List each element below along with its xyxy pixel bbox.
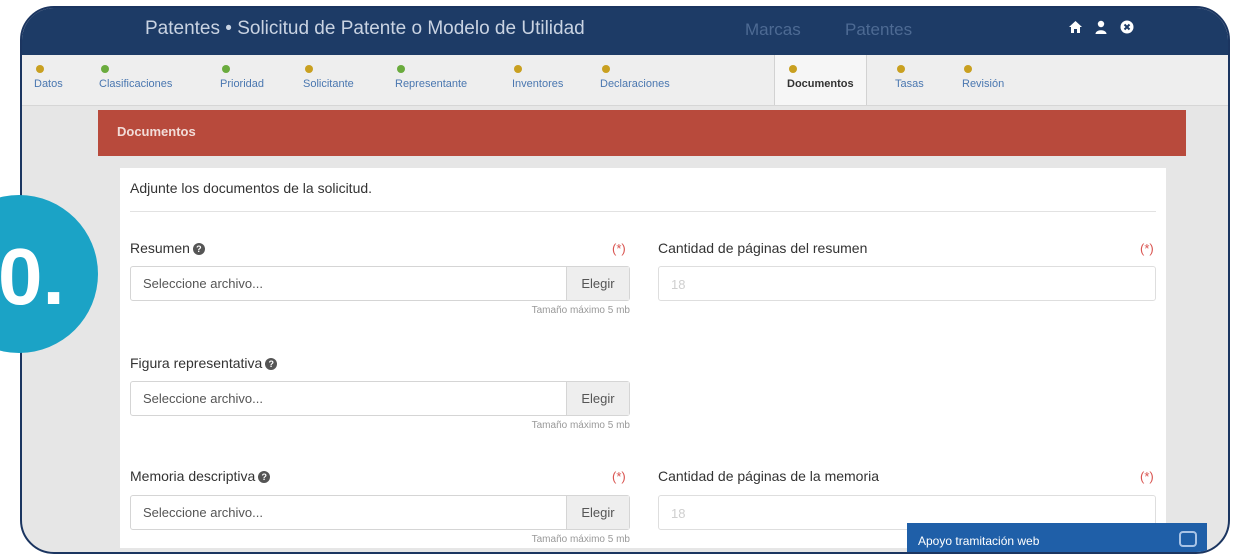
figura-file-input[interactable]: Seleccione archivo... Elegir — [130, 381, 630, 416]
form-intro: Adjunte los documentos de la solicitud. — [130, 180, 373, 196]
wizard-steps: Datos Clasificaciones Prioridad Solicita… — [22, 55, 1228, 106]
check-icon — [101, 65, 109, 73]
file-size-hint: Tamaño máximo 5 mb — [531, 305, 630, 316]
warning-icon — [789, 65, 797, 73]
step-datos[interactable]: Datos — [34, 61, 63, 90]
choose-file-button[interactable]: Elegir — [566, 267, 629, 300]
step-representante[interactable]: Representante — [395, 61, 467, 90]
warning-icon — [897, 65, 905, 73]
resumen-file-input[interactable]: Seleccione archivo... Elegir — [130, 266, 630, 301]
warning-icon — [602, 65, 610, 73]
step-revision[interactable]: Revisión — [962, 61, 1004, 90]
documents-form: Adjunte los documentos de la solicitud. … — [120, 168, 1166, 548]
badge-text: 0. — [0, 232, 65, 321]
paginas-memoria-label: Cantidad de páginas de la memoria — [658, 468, 880, 484]
step-inventores[interactable]: Inventores — [512, 61, 563, 90]
app-title: Patentes • Solicitud de Patente o Modelo… — [145, 18, 585, 39]
close-circle-icon[interactable] — [1119, 20, 1135, 36]
help-icon[interactable]: ? — [258, 471, 271, 484]
divider — [130, 211, 1156, 212]
warning-icon — [964, 65, 972, 73]
check-icon — [222, 65, 230, 73]
chat-icon — [1179, 531, 1197, 547]
choose-file-button[interactable]: Elegir — [566, 496, 629, 529]
file-placeholder: Seleccione archivo... — [143, 276, 263, 291]
step-declaraciones[interactable]: Declaraciones — [600, 61, 670, 90]
file-placeholder: Seleccione archivo... — [143, 391, 263, 406]
memoria-file-input[interactable]: Seleccione archivo... Elegir — [130, 495, 630, 530]
chat-label: Apoyo tramitación web — [918, 534, 1040, 548]
step-documentos[interactable]: Documentos — [774, 55, 867, 105]
top-navbar: Patentes • Solicitud de Patente o Modelo… — [22, 8, 1228, 55]
chat-support-widget[interactable]: Apoyo tramitación web — [907, 523, 1207, 552]
nav-link-marcas[interactable]: Marcas — [745, 20, 801, 40]
choose-file-button[interactable]: Elegir — [566, 382, 629, 415]
required-marker: (*) — [612, 469, 626, 484]
help-icon[interactable]: ? — [192, 243, 205, 256]
step-tasas[interactable]: Tasas — [895, 61, 924, 90]
step-prioridad[interactable]: Prioridad — [220, 61, 264, 90]
check-icon — [397, 65, 405, 73]
figura-label: Figura representativa? — [130, 355, 278, 371]
panel-header: Documentos — [98, 110, 1186, 156]
warning-icon — [305, 65, 313, 73]
home-icon[interactable] — [1067, 20, 1083, 36]
step-clasificaciones[interactable]: Clasificaciones — [99, 61, 172, 90]
panel-title: Documentos — [117, 124, 196, 139]
memoria-label: Memoria descriptiva? — [130, 468, 271, 484]
resumen-label: Resumen? — [130, 240, 205, 256]
user-icon[interactable] — [1093, 20, 1109, 36]
nav-link-patentes[interactable]: Patentes — [845, 20, 912, 40]
required-marker: (*) — [612, 241, 626, 256]
required-marker: (*) — [1140, 241, 1154, 256]
help-icon[interactable]: ? — [265, 358, 278, 371]
file-size-hint: Tamaño máximo 5 mb — [531, 420, 630, 431]
file-size-hint: Tamaño máximo 5 mb — [531, 534, 630, 545]
required-marker: (*) — [1140, 469, 1154, 484]
warning-icon — [514, 65, 522, 73]
nav-icons — [1067, 20, 1135, 36]
paginas-resumen-input[interactable]: 18 — [658, 266, 1156, 301]
step-solicitante[interactable]: Solicitante — [303, 61, 354, 90]
file-placeholder: Seleccione archivo... — [143, 505, 263, 520]
warning-icon — [36, 65, 44, 73]
paginas-resumen-label: Cantidad de páginas del resumen — [658, 240, 868, 256]
app-window: Patentes • Solicitud de Patente o Modelo… — [20, 6, 1230, 554]
